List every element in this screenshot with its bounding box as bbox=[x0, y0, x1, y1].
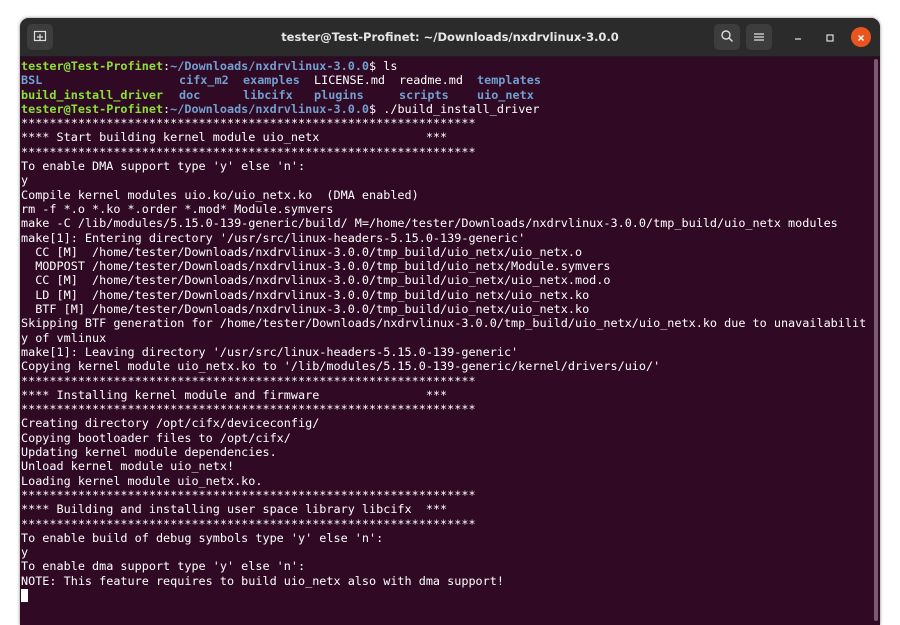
titlebar: tester@Test-Profinet: ~/Downloads/nxdrvl… bbox=[20, 18, 880, 57]
ls-entry: templates bbox=[477, 73, 541, 88]
minimize-icon bbox=[793, 28, 803, 47]
scrollbar[interactable] bbox=[874, 59, 878, 621]
output-line: Creating directory /opt/cifx/deviceconfi… bbox=[21, 416, 320, 431]
output-line: y bbox=[21, 545, 29, 560]
output-line: BTF [M] /home/tester/Downloads/nxdrvlinu… bbox=[21, 302, 590, 317]
output-line: **** Installing kernel module and firmwa… bbox=[21, 387, 448, 402]
ls-output-row: BSL cifx_m2 examples LICENSE.md readme.md tem… bbox=[21, 73, 872, 87]
output-line: ****************************************… bbox=[21, 516, 476, 531]
output-line: CC [M] /home/tester/Downloads/nxdrvlinux… bbox=[21, 244, 583, 259]
ls-output-row: build_install_driver doc libcifx plugins scr… bbox=[21, 88, 872, 102]
output-line: NOTE: This feature requires to build uio… bbox=[21, 573, 504, 588]
output-line: Compile kernel modules uio.ko/uio_netx.k… bbox=[21, 187, 419, 202]
ls-entry: doc bbox=[179, 87, 201, 102]
output-line: y bbox=[21, 173, 29, 188]
command-text: ls bbox=[383, 59, 398, 73]
maximize-icon bbox=[825, 28, 835, 47]
prompt-line: tester@Test-Profinet:~/Downloads/nxdrvli… bbox=[21, 101, 540, 116]
minimize-button[interactable] bbox=[788, 27, 808, 47]
output-line: MODPOST /home/tester/Downloads/nxdrvlinu… bbox=[21, 259, 611, 274]
prompt-user: tester@Test-Profinet bbox=[21, 59, 164, 73]
ls-entry: plugins bbox=[314, 87, 364, 102]
text-cursor bbox=[21, 588, 28, 602]
output-line: rm -f *.o *.ko *.order *.mod* Module.sym… bbox=[21, 201, 334, 216]
new-tab-icon bbox=[33, 28, 47, 47]
output-line: ****************************************… bbox=[21, 373, 476, 388]
terminal-output[interactable]: tester@Test-Profinet:~/Downloads/nxdrvli… bbox=[20, 57, 872, 625]
prompt-line: tester@Test-Profinet:~/Downloads/nxdrvli… bbox=[21, 59, 398, 73]
ls-entry: scripts bbox=[399, 87, 449, 102]
close-button[interactable] bbox=[851, 27, 871, 47]
output-line: To enable DMA support type 'y' else 'n': bbox=[21, 159, 306, 174]
output-line: Loading kernel module uio_netx.ko. bbox=[21, 473, 263, 488]
close-icon bbox=[856, 28, 866, 47]
output-line: ****************************************… bbox=[21, 487, 476, 502]
ls-entry: uio_netx bbox=[477, 87, 534, 102]
output-line: Unload kernel module uio_netx! bbox=[21, 459, 235, 474]
output-line: make[1]: Entering directory '/usr/src/li… bbox=[21, 230, 526, 245]
output-line: Copying bootloader files to /opt/cifx/ bbox=[21, 430, 291, 445]
output-line: make -C /lib/modules/5.15.0-139-generic/… bbox=[21, 216, 838, 231]
output-line: CC [M] /home/tester/Downloads/nxdrvlinux… bbox=[21, 273, 611, 288]
ls-entry: BSL bbox=[21, 73, 43, 88]
search-button[interactable] bbox=[714, 24, 740, 50]
new-tab-button[interactable] bbox=[27, 24, 53, 50]
output-line: LD [M] /home/tester/Downloads/nxdrvlinux… bbox=[21, 287, 590, 302]
ls-entry: examples bbox=[243, 73, 300, 88]
ls-entry: libcifx bbox=[243, 87, 293, 102]
ls-entry: build_install_driver bbox=[21, 87, 164, 102]
output-line: Copying kernel module uio_netx.ko to '/l… bbox=[21, 359, 661, 374]
output-line: **** Start building kernel module uio_ne… bbox=[21, 130, 448, 145]
output-line: Updating kernel module dependencies. bbox=[21, 445, 277, 460]
command-text: ./build_install_driver bbox=[383, 101, 540, 116]
hamburger-menu-icon bbox=[753, 28, 765, 47]
output-line: ****************************************… bbox=[21, 116, 476, 131]
ls-entry: LICENSE.md bbox=[314, 73, 386, 88]
prompt-user: tester@Test-Profinet bbox=[21, 101, 164, 116]
output-line: **** Building and installing user space … bbox=[21, 502, 448, 517]
output-line: make[1]: Leaving directory '/usr/src/lin… bbox=[21, 344, 519, 359]
output-line: To enable dma support type 'y' else 'n': bbox=[21, 559, 306, 574]
maximize-button[interactable] bbox=[820, 27, 840, 47]
prompt-path: ~/Downloads/nxdrvlinux-3.0.0 bbox=[170, 59, 370, 73]
ls-entry: cifx_m2 bbox=[179, 73, 229, 88]
terminal-window: tester@Test-Profinet: ~/Downloads/nxdrvl… bbox=[20, 18, 880, 625]
output-line: ****************************************… bbox=[21, 402, 476, 417]
cursor-line bbox=[21, 588, 872, 602]
ls-entry: readme.md bbox=[399, 73, 463, 88]
menu-button[interactable] bbox=[746, 24, 772, 50]
output-line: y of vmlinux bbox=[21, 330, 107, 345]
prompt-path: ~/Downloads/nxdrvlinux-3.0.0 bbox=[170, 101, 370, 116]
output-line: Skipping BTF generation for /home/tester… bbox=[21, 316, 867, 331]
output-line: To enable build of debug symbols type 'y… bbox=[21, 530, 384, 545]
output-line: ****************************************… bbox=[21, 144, 476, 159]
search-icon bbox=[720, 28, 734, 47]
